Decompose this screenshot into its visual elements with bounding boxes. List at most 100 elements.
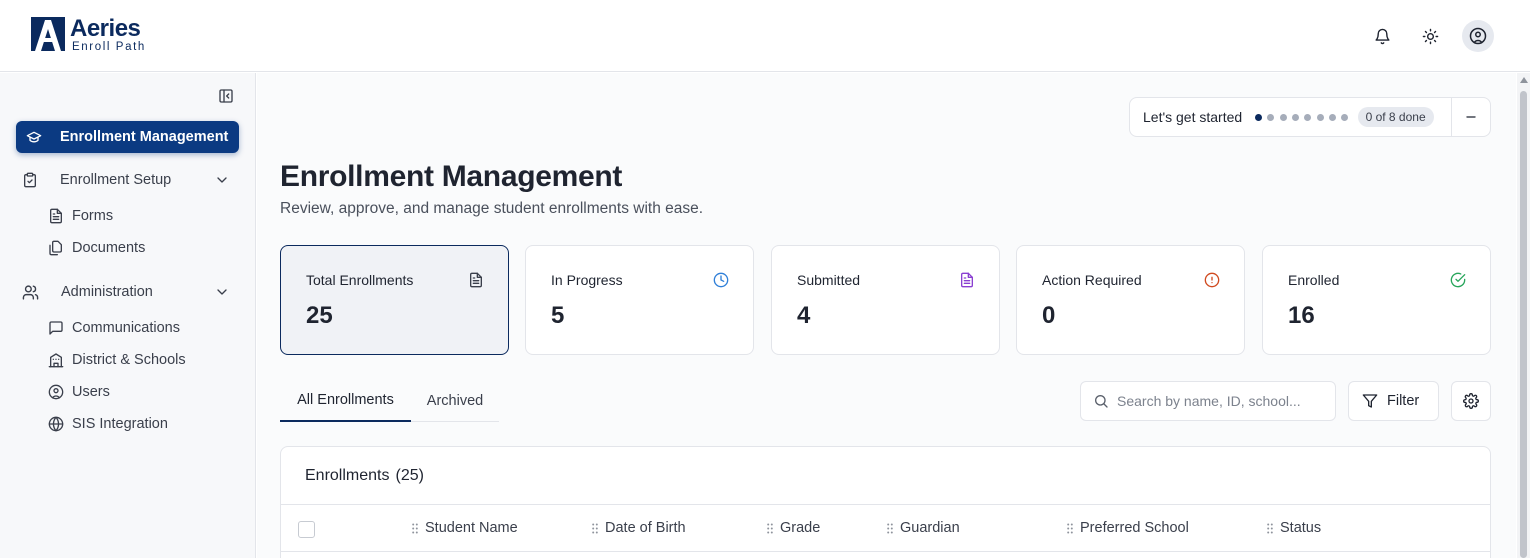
document-icon <box>470 272 482 288</box>
column-header-status[interactable]: Status <box>1267 520 1321 536</box>
files-icon <box>49 240 62 256</box>
clipboard-icon <box>24 172 36 188</box>
sidebar-item-documents[interactable]: Documents <box>48 237 145 259</box>
drag-handle-icon[interactable] <box>412 523 418 534</box>
stat-card-in-progress[interactable]: In Progress 5 <box>525 245 754 355</box>
drag-handle-icon[interactable] <box>887 523 893 534</box>
sidebar-group-label: Enrollment Setup <box>60 172 172 188</box>
page-subtitle: Review, approve, and manage student enro… <box>280 200 704 217</box>
progress-step-dot <box>1267 113 1275 121</box>
table-settings-button[interactable] <box>1451 381 1491 421</box>
top-bar: Aeries Enroll Path <box>0 0 1530 72</box>
sidebar-item-forms[interactable]: Forms <box>48 205 113 227</box>
collapse-sidebar-button[interactable] <box>218 88 236 106</box>
stat-card-label: Submitted <box>797 272 861 288</box>
progress-step-dot <box>1279 113 1287 121</box>
column-header-label: Student Name <box>425 520 518 536</box>
alert-circle-icon <box>1204 272 1220 288</box>
sidebar-item-users[interactable]: Users <box>48 381 110 403</box>
sidebar-item-label: Forms <box>72 208 114 224</box>
logo[interactable]: Aeries Enroll Path <box>31 17 146 54</box>
sidebar-item-sis-integration[interactable]: SIS Integration <box>48 413 168 435</box>
sidebar-item-enrollment-management[interactable]: Enrollment Management <box>16 121 239 153</box>
drag-handle-icon[interactable] <box>1267 523 1273 534</box>
sidebar-item-label: Enrollment Management <box>60 129 229 145</box>
stat-card-label: Enrolled <box>1288 272 1340 288</box>
scrollbar-thumb[interactable] <box>1520 91 1527 558</box>
search-icon <box>1095 395 1108 408</box>
progress-step-dot <box>1292 113 1300 121</box>
sidebar-group-enrollment-setup[interactable]: Enrollment Setup <box>22 168 238 192</box>
column-header-guardian[interactable]: Guardian <box>887 520 960 536</box>
stat-card-action-required[interactable]: Action Required 0 <box>1016 245 1245 355</box>
table-title: Enrollments (25) <box>305 467 424 485</box>
stat-card-enrolled[interactable]: Enrolled 16 <box>1262 245 1491 355</box>
stat-card-value: 4 <box>797 302 811 329</box>
check-circle-icon <box>1450 272 1466 288</box>
search-input[interactable] <box>1117 393 1317 409</box>
tab-archived[interactable]: Archived <box>411 380 499 421</box>
select-all-checkbox[interactable] <box>298 521 315 538</box>
column-header-label: Guardian <box>900 520 960 536</box>
enrollment-tabs: All Enrollments Archived <box>280 380 499 422</box>
logo-mark <box>31 17 65 51</box>
filter-icon <box>1362 394 1378 408</box>
table-count: (25) <box>395 467 424 484</box>
drag-handle-icon[interactable] <box>592 523 598 534</box>
column-header-student-name[interactable]: Student Name <box>412 520 518 536</box>
tab-all-enrollments[interactable]: All Enrollments <box>280 380 411 422</box>
page-scrollbar[interactable] <box>1517 73 1530 558</box>
gear-icon <box>1463 393 1479 409</box>
search-box[interactable] <box>1080 381 1336 421</box>
page-title: Enrollment Management <box>280 160 623 193</box>
message-square-icon <box>49 321 63 335</box>
drag-handle-icon[interactable] <box>1067 523 1073 534</box>
filter-button[interactable]: Filter <box>1348 381 1439 421</box>
document-icon <box>961 272 973 288</box>
column-header-grade[interactable]: Grade <box>767 520 820 536</box>
sidebar-item-label: Communications <box>72 320 180 336</box>
stat-card-submitted[interactable]: Submitted 4 <box>771 245 1000 355</box>
bell-icon <box>1374 28 1390 44</box>
sidebar-item-district-schools[interactable]: District & Schools <box>48 349 186 371</box>
panel-collapse-icon <box>219 89 233 103</box>
sidebar-item-label: Users <box>72 384 110 400</box>
column-header-label: Preferred School <box>1080 520 1189 536</box>
users-icon <box>22 284 39 300</box>
stat-card-value: 5 <box>551 302 565 329</box>
minimize-getting-started-button[interactable] <box>1451 97 1491 137</box>
column-header-label: Grade <box>780 520 821 536</box>
progress-step-dot <box>1304 113 1312 121</box>
theme-toggle-button[interactable] <box>1414 20 1446 52</box>
drag-handle-icon[interactable] <box>767 523 773 534</box>
column-header-preferred-school[interactable]: Preferred School <box>1067 520 1189 536</box>
chevron-down-icon <box>217 177 227 183</box>
table-header: Student Name Date of Birth Grade Guardia… <box>281 504 1490 552</box>
school-icon <box>48 353 64 368</box>
progress-step-dot <box>1328 113 1336 121</box>
column-header-date-of-birth[interactable]: Date of Birth <box>592 520 686 536</box>
enrollments-table: Enrollments (25) Student Name Date of Bir… <box>280 446 1491 558</box>
user-circle-icon <box>48 384 64 400</box>
chevron-down-icon <box>217 289 227 295</box>
table-title-text: Enrollments <box>305 467 390 484</box>
minus-icon <box>1466 116 1476 118</box>
user-menu-button[interactable] <box>1462 20 1494 52</box>
globe-icon <box>48 416 64 432</box>
getting-started-widget[interactable]: Let's get started 0 of 8 done <box>1129 97 1452 137</box>
progress-step-dot <box>1341 113 1349 121</box>
stat-card-value: 16 <box>1288 302 1315 329</box>
file-text-icon <box>50 208 62 224</box>
clock-icon <box>713 272 729 288</box>
notifications-button[interactable] <box>1366 20 1398 52</box>
getting-started-label: Let's get started <box>1143 109 1243 125</box>
scroll-up-arrow[interactable] <box>1520 77 1528 83</box>
stat-card-total-enrollments[interactable]: Total Enrollments 25 <box>280 245 509 355</box>
stat-card-label: Action Required <box>1042 272 1142 288</box>
sidebar-item-communications[interactable]: Communications <box>48 317 180 339</box>
getting-started-progress <box>1255 113 1353 121</box>
column-header-label: Status <box>1280 520 1322 536</box>
sidebar-item-label: Documents <box>72 240 146 256</box>
progress-step-dot <box>1255 113 1263 121</box>
sidebar-group-administration[interactable]: Administration <box>22 280 238 304</box>
